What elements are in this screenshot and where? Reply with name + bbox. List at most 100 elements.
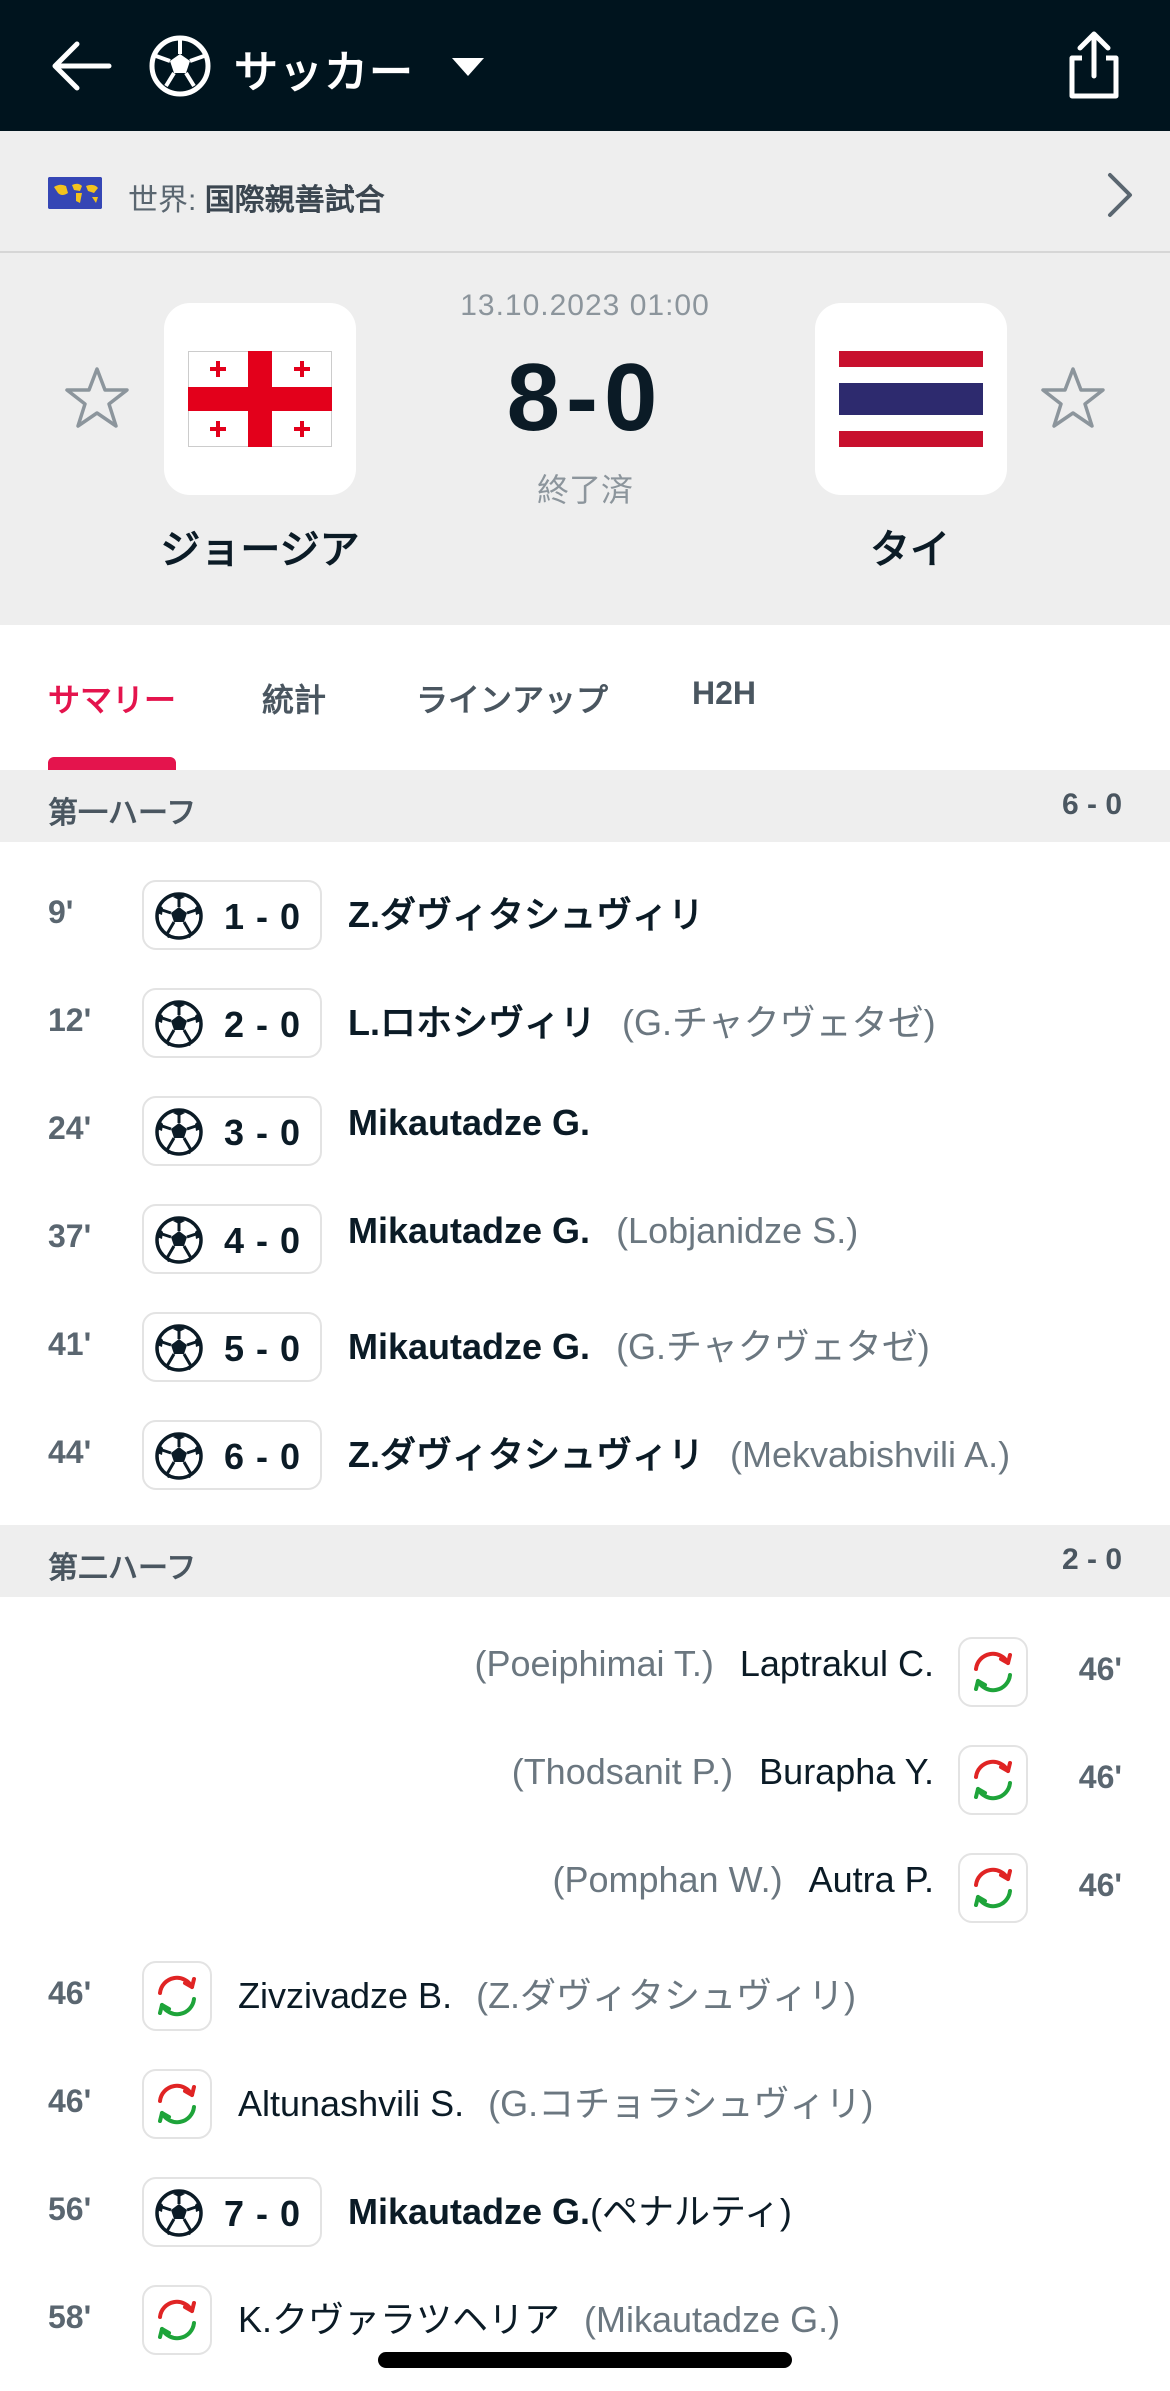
first-half-header: 第一ハーフ 6 - 0 bbox=[0, 770, 1170, 842]
goal-scorer[interactable]: Z.ダヴィタシュヴィリ bbox=[348, 894, 704, 935]
away-team-name[interactable]: タイ bbox=[740, 517, 1080, 575]
goal-note[interactable]: (ペナルティ) bbox=[590, 2191, 792, 2232]
half-score: 2 - 0 bbox=[1061, 1543, 1122, 1576]
goal-event-row[interactable]: 41' 5 - 0 Mikautadze G. (G.チャクヴェタゼ) bbox=[0, 1292, 1170, 1400]
substitution-icon bbox=[974, 1867, 1012, 1909]
tab-h2h[interactable]: H2H bbox=[692, 675, 756, 712]
goal-scorer[interactable]: Z.ダヴィタシュヴィリ bbox=[348, 1434, 704, 1475]
goal-event-row[interactable]: 37' 4 - 0 Mikautadze G. (Lobjanidze S.) bbox=[0, 1184, 1170, 1292]
goal-score-badge: 2 - 0 bbox=[142, 988, 322, 1058]
substitution-icon bbox=[158, 1975, 196, 2017]
goal-text: Mikautadze G. (Lobjanidze S.) bbox=[348, 1210, 858, 1252]
goal-text: Mikautadze G. bbox=[348, 1102, 590, 1144]
star-icon[interactable] bbox=[1038, 363, 1108, 433]
player-in[interactable]: Laptrakul C. bbox=[740, 1643, 934, 1684]
active-tab-indicator bbox=[48, 757, 176, 770]
goal-running-score: 5 - 0 bbox=[224, 1328, 302, 1369]
substitution-row-home[interactable]: 46' Altunashvili S. (G.コチョラシュヴィリ) bbox=[0, 2049, 1170, 2157]
substitution-badge bbox=[142, 1961, 212, 2031]
substitution-row-home[interactable]: 46' Zivzivadze B. (Z.ダヴィタシュヴィリ) bbox=[0, 1941, 1170, 2049]
half-score: 6 - 0 bbox=[1061, 788, 1122, 821]
event-minute: 46' bbox=[1078, 1651, 1122, 1687]
goal-scorer[interactable]: L.ロホシヴィリ bbox=[348, 1002, 596, 1043]
goal-scorer[interactable]: Mikautadze G. bbox=[348, 1326, 590, 1367]
goal-score-badge: 6 - 0 bbox=[142, 1420, 322, 1490]
away-team-logo[interactable] bbox=[815, 303, 1007, 495]
substitution-badge bbox=[958, 1853, 1028, 1923]
goal-running-score: 3 - 0 bbox=[224, 1112, 302, 1153]
goal-score-badge: 1 - 0 bbox=[142, 880, 322, 950]
substitution-row-away[interactable]: (Thodsanit P.) Burapha Y. 46' bbox=[0, 1725, 1170, 1833]
back-arrow-icon bbox=[52, 41, 112, 91]
player-out[interactable]: (Poeiphimai T.) bbox=[474, 1643, 713, 1684]
event-minute: 46' bbox=[48, 2083, 92, 2119]
soccer-ball-icon bbox=[155, 2189, 203, 2237]
goal-running-score: 6 - 0 bbox=[224, 1436, 302, 1477]
tab-lineups[interactable]: ラインアップ bbox=[416, 675, 608, 721]
sport-title[interactable]: サッカー bbox=[234, 36, 414, 100]
sub-text: K.クヴァラツヘリア (Mikautadze G.) bbox=[238, 2291, 840, 2343]
home-team-name[interactable]: ジョージア bbox=[90, 517, 430, 575]
tab-summary[interactable]: サマリー bbox=[48, 675, 176, 721]
goal-text: Mikautadze G. (G.チャクヴェタゼ) bbox=[348, 1318, 930, 1370]
goal-scorer[interactable]: Mikautadze G. bbox=[348, 1102, 590, 1143]
event-minute: 44' bbox=[48, 1434, 92, 1470]
substitution-row-away[interactable]: (Poeiphimai T.) Laptrakul C. 46' bbox=[0, 1617, 1170, 1725]
soccer-ball-icon bbox=[155, 1108, 203, 1156]
player-in[interactable]: Autra P. bbox=[809, 1859, 934, 1900]
league-bar[interactable]: 世界: 国際親善試合 bbox=[0, 131, 1170, 253]
goal-scorer[interactable]: Mikautadze G. bbox=[348, 2191, 590, 2232]
substitution-icon bbox=[974, 1651, 1012, 1693]
goal-event-row[interactable]: 9' 1 - 0 Z.ダヴィタシュヴィリ bbox=[0, 860, 1170, 968]
goal-text: Z.ダヴィタシュヴィリ (Mekvabishvili A.) bbox=[348, 1426, 1010, 1478]
event-minute: 24' bbox=[48, 1110, 92, 1146]
goal-assist[interactable]: (G.チャクヴェタゼ) bbox=[622, 1002, 936, 1043]
player-in[interactable]: Burapha Y. bbox=[759, 1751, 934, 1792]
player-in[interactable]: Zivzivadze B. bbox=[238, 1975, 452, 2016]
goal-running-score: 1 - 0 bbox=[224, 896, 302, 937]
event-minute: 41' bbox=[48, 1326, 92, 1362]
goal-text: Mikautadze G.(ペナルティ) bbox=[348, 2183, 792, 2235]
player-out[interactable]: (Mikautadze G.) bbox=[584, 2299, 840, 2340]
goal-scorer[interactable]: Mikautadze G. bbox=[348, 1210, 590, 1251]
event-minute: 46' bbox=[1078, 1867, 1122, 1903]
player-out[interactable]: (G.コチョラシュヴィリ) bbox=[488, 2083, 873, 2124]
player-out[interactable]: (Pomphan W.) bbox=[552, 1859, 782, 1900]
tab-stats[interactable]: 統計 bbox=[262, 675, 326, 721]
goal-assist[interactable]: (Lobjanidze S.) bbox=[616, 1210, 858, 1251]
second-half-header: 第二ハーフ 2 - 0 bbox=[0, 1525, 1170, 1597]
league-label: 世界: 国際親善試合 bbox=[128, 175, 385, 219]
goal-running-score: 7 - 0 bbox=[224, 2193, 302, 2234]
half-label: 第二ハーフ bbox=[48, 1552, 197, 1585]
sub-text: Altunashvili S. (G.コチョラシュヴィリ) bbox=[238, 2075, 873, 2127]
goal-assist[interactable]: (Mekvabishvili A.) bbox=[730, 1434, 1010, 1475]
goal-score-badge: 3 - 0 bbox=[142, 1096, 322, 1166]
goal-event-row[interactable]: 24' 3 - 0 Mikautadze G. bbox=[0, 1076, 1170, 1184]
goal-event-row[interactable]: 44' 6 - 0 Z.ダヴィタシュヴィリ (Mekvabishvili A.) bbox=[0, 1400, 1170, 1508]
player-out[interactable]: (Z.ダヴィタシュヴィリ) bbox=[476, 1975, 856, 2016]
goal-event-row[interactable]: 56' 7 - 0 Mikautadze G.(ペナルティ) bbox=[0, 2157, 1170, 2265]
goal-score-badge: 5 - 0 bbox=[142, 1312, 322, 1382]
goal-assist[interactable]: (G.チャクヴェタゼ) bbox=[616, 1326, 930, 1367]
back-button[interactable] bbox=[40, 30, 120, 102]
goal-running-score: 2 - 0 bbox=[224, 1004, 302, 1045]
player-out[interactable]: (Thodsanit P.) bbox=[512, 1751, 733, 1792]
soccer-ball-icon bbox=[155, 1324, 203, 1372]
player-in[interactable]: Altunashvili S. bbox=[238, 2083, 464, 2124]
goal-event-row[interactable]: 12' 2 - 0 L.ロホシヴィリ (G.チャクヴェタゼ) bbox=[0, 968, 1170, 1076]
player-in[interactable]: K.クヴァラツヘリア bbox=[238, 2299, 560, 2340]
chevron-right-icon bbox=[1108, 173, 1132, 217]
goal-text: L.ロホシヴィリ (G.チャクヴェタゼ) bbox=[348, 994, 936, 1046]
match-header: ジョージア 13.10.2023 01:00 8-0 終了済 タイ bbox=[0, 253, 1170, 625]
share-icon[interactable] bbox=[1060, 30, 1128, 102]
goal-score-badge: 4 - 0 bbox=[142, 1204, 322, 1274]
substitution-icon bbox=[974, 1759, 1012, 1801]
event-minute: 12' bbox=[48, 1002, 92, 1038]
substitution-icon bbox=[158, 2083, 196, 2125]
substitution-badge bbox=[958, 1637, 1028, 1707]
soccer-ball-icon[interactable] bbox=[148, 34, 212, 98]
event-minute: 46' bbox=[1078, 1759, 1122, 1795]
substitution-row-away[interactable]: (Pomphan W.) Autra P. 46' bbox=[0, 1833, 1170, 1941]
caret-down-icon[interactable] bbox=[448, 52, 488, 82]
sub-text: Zivzivadze B. (Z.ダヴィタシュヴィリ) bbox=[238, 1967, 856, 2019]
